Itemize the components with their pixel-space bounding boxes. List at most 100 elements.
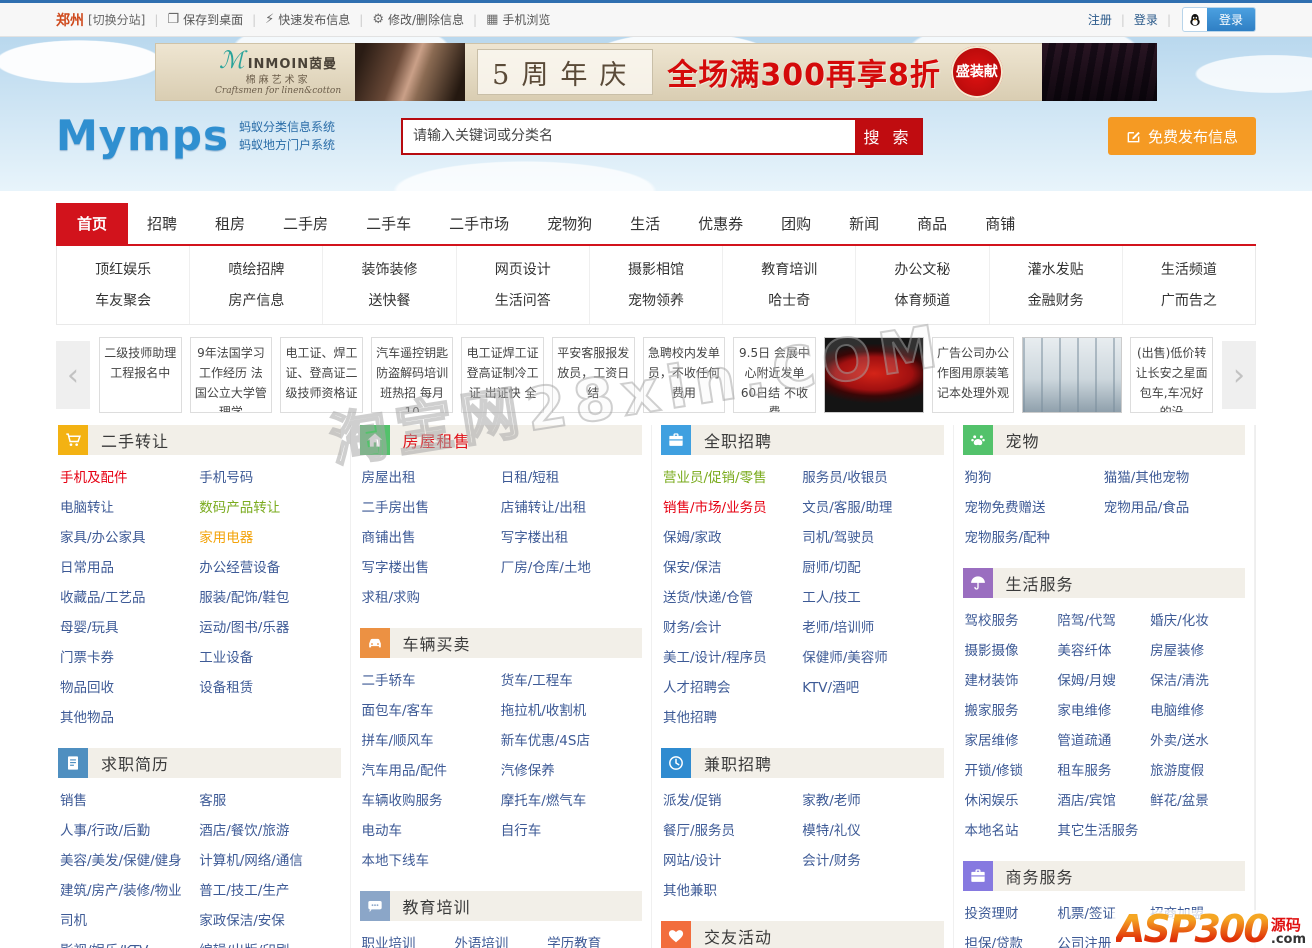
category-link[interactable]: 其他兼职 [663, 876, 802, 906]
nav-tab[interactable]: 团购 [762, 203, 830, 244]
category-link[interactable]: 货车/工程车 [501, 666, 640, 696]
search-input[interactable] [403, 119, 856, 153]
category-link[interactable]: 二手房出售 [362, 493, 501, 523]
category-link[interactable]: 日常用品 [60, 553, 199, 583]
category-link[interactable]: 家用电器 [199, 523, 338, 553]
category-link[interactable]: 家教/老师 [802, 786, 941, 816]
category-link[interactable]: 美容/美发/保健/健身 [60, 846, 199, 876]
category-link[interactable]: 宠物免费赠送 [965, 493, 1104, 523]
category-link[interactable]: 财务/会计 [663, 613, 802, 643]
category-link[interactable]: 母婴/玩具 [60, 613, 199, 643]
subnav-link[interactable]: 办公文秘 [894, 255, 950, 286]
category-link[interactable]: 学历教育 [547, 929, 640, 948]
category-link[interactable]: 家政保洁/安保 [199, 906, 338, 936]
category-link[interactable]: 陪驾/代驾 [1057, 606, 1150, 636]
save-to-desktop-link[interactable]: ❐ 保存到桌面 [167, 11, 243, 28]
category-link[interactable]: 鲜花/盆景 [1150, 786, 1243, 816]
subnav-link[interactable]: 喷绘招牌 [228, 255, 284, 286]
ad-card[interactable]: 急聘校内发单员，不收任何费用 [642, 337, 726, 413]
category-link[interactable]: 保姆/家政 [663, 523, 802, 553]
nav-tab[interactable]: 二手房 [264, 203, 347, 244]
category-link[interactable]: 编辑/出版/印刷 [199, 936, 338, 948]
category-link[interactable]: 新车优惠/4S店 [501, 726, 640, 756]
subnav-link[interactable]: 顶红娱乐 [95, 255, 151, 286]
category-link[interactable]: 影视/娱乐/KTV [60, 936, 199, 948]
category-link[interactable]: 服装/配饰/鞋包 [199, 583, 338, 613]
category-link[interactable]: 司机/驾驶员 [802, 523, 941, 553]
nav-tab[interactable]: 生活 [611, 203, 679, 244]
category-link[interactable]: 门票卡券 [60, 643, 199, 673]
category-link[interactable]: 租车服务 [1057, 756, 1150, 786]
category-link[interactable]: 宠物服务/配种 [965, 523, 1104, 553]
category-link[interactable]: 房屋装修 [1150, 636, 1243, 666]
category-link[interactable]: 厨师/切配 [802, 553, 941, 583]
category-link[interactable]: 拼车/顺风车 [362, 726, 501, 756]
category-link[interactable]: 运动/图书/乐器 [199, 613, 338, 643]
site-logo[interactable]: Mymps [56, 115, 229, 157]
category-link[interactable]: 送货/快递/仓管 [663, 583, 802, 613]
category-link[interactable]: 保洁/清洗 [1150, 666, 1243, 696]
subnav-link[interactable]: 网页设计 [495, 255, 551, 286]
nav-tab[interactable]: 新闻 [830, 203, 898, 244]
ad-card[interactable]: 9年法国学习工作经历 法国公立大学管理学 [189, 337, 273, 413]
category-link[interactable]: 手机及配件 [60, 463, 199, 493]
edit-delete-link[interactable]: ⚙ 修改/删除信息 [372, 11, 464, 28]
nav-tab[interactable]: 商铺 [966, 203, 1034, 244]
category-link[interactable]: 本地下线车 [362, 846, 501, 876]
category-link[interactable]: 二手轿车 [362, 666, 501, 696]
nav-tab[interactable]: 二手车 [347, 203, 430, 244]
category-link[interactable]: 模特/礼仪 [802, 816, 941, 846]
category-link[interactable]: 销售 [60, 786, 199, 816]
category-link[interactable]: 会计/财务 [802, 846, 941, 876]
ad-card[interactable]: 电工证、焊工证、登高证二级技师资格证 [280, 337, 363, 413]
nav-tab[interactable]: 商品 [898, 203, 966, 244]
city-selector[interactable]: 郑州 [56, 10, 84, 30]
publish-button[interactable]: 免费发布信息 [1107, 117, 1256, 155]
nav-tab[interactable]: 宠物狗 [528, 203, 611, 244]
category-link[interactable]: 日租/短租 [501, 463, 640, 493]
category-link[interactable]: 办公经营设备 [199, 553, 338, 583]
category-link[interactable]: 销售/市场/业务员 [663, 493, 802, 523]
category-link[interactable]: 汽车用品/配件 [362, 756, 501, 786]
category-link[interactable]: 本地名站 [965, 816, 1058, 846]
category-link[interactable]: 人事/行政/后勤 [60, 816, 199, 846]
login-link[interactable]: 登录 [1134, 11, 1158, 28]
red-laptop-photo[interactable] [823, 337, 924, 413]
subnav-link[interactable]: 车友聚会 [95, 286, 151, 317]
mobile-browse-link[interactable]: ▦ 手机浏览 [486, 11, 550, 28]
nav-tab[interactable]: 租房 [196, 203, 264, 244]
category-link[interactable]: 电脑维修 [1150, 696, 1243, 726]
category-link[interactable]: 电动车 [362, 816, 501, 846]
category-link[interactable]: 写字楼出租 [501, 523, 640, 553]
category-link[interactable]: 保健师/美容师 [802, 643, 941, 673]
nav-tab[interactable]: 优惠券 [679, 203, 762, 244]
category-link[interactable]: 保姆/月嫂 [1057, 666, 1150, 696]
subnav-link[interactable]: 装饰装修 [362, 255, 418, 286]
category-link[interactable]: 机票/签证 [1057, 899, 1150, 929]
category-link[interactable]: 建筑/房产/装修/物业 [60, 876, 199, 906]
switch-city-link[interactable]: [切换分站] [88, 11, 145, 28]
category-link[interactable]: 休闲娱乐 [965, 786, 1058, 816]
category-link[interactable]: 房屋出租 [362, 463, 501, 493]
category-link[interactable]: 文员/客服/助理 [802, 493, 941, 523]
ad-card[interactable]: 广告公司办公作图用原装笔记本处理外观 [931, 337, 1015, 413]
category-link[interactable]: 工人/技工 [802, 583, 941, 613]
qq-login-button[interactable]: 登录 [1181, 7, 1256, 32]
category-link[interactable]: 车辆收购服务 [362, 786, 501, 816]
category-link[interactable]: 商铺出售 [362, 523, 501, 553]
ad-card[interactable]: 二级技师助理 工程报名中 [99, 337, 182, 413]
category-link[interactable]: 婚庆/化妆 [1150, 606, 1243, 636]
subnav-link[interactable]: 金融财务 [1028, 286, 1084, 317]
subnav-link[interactable]: 体育频道 [894, 286, 950, 317]
ad-banner[interactable]: ℳ INMOIN茵曼 棉麻艺术家 Craftsmen for linen&cott… [155, 43, 1157, 101]
category-link[interactable]: 旅游度假 [1150, 756, 1243, 786]
category-link[interactable]: 外语培训 [454, 929, 547, 948]
category-link[interactable]: 其他招聘 [663, 703, 802, 733]
category-link[interactable]: 家具/办公家具 [60, 523, 199, 553]
category-link[interactable]: 网站/设计 [663, 846, 802, 876]
category-link[interactable]: 求租/求购 [362, 583, 501, 613]
category-link[interactable]: 设备租赁 [199, 673, 338, 703]
category-link[interactable]: 猫猫/其他宠物 [1104, 463, 1243, 493]
category-link[interactable]: 营业员/促销/零售 [663, 463, 802, 493]
ad-card[interactable]: 电工证焊工证登高证制冷工证 出证快 全 [461, 337, 544, 413]
